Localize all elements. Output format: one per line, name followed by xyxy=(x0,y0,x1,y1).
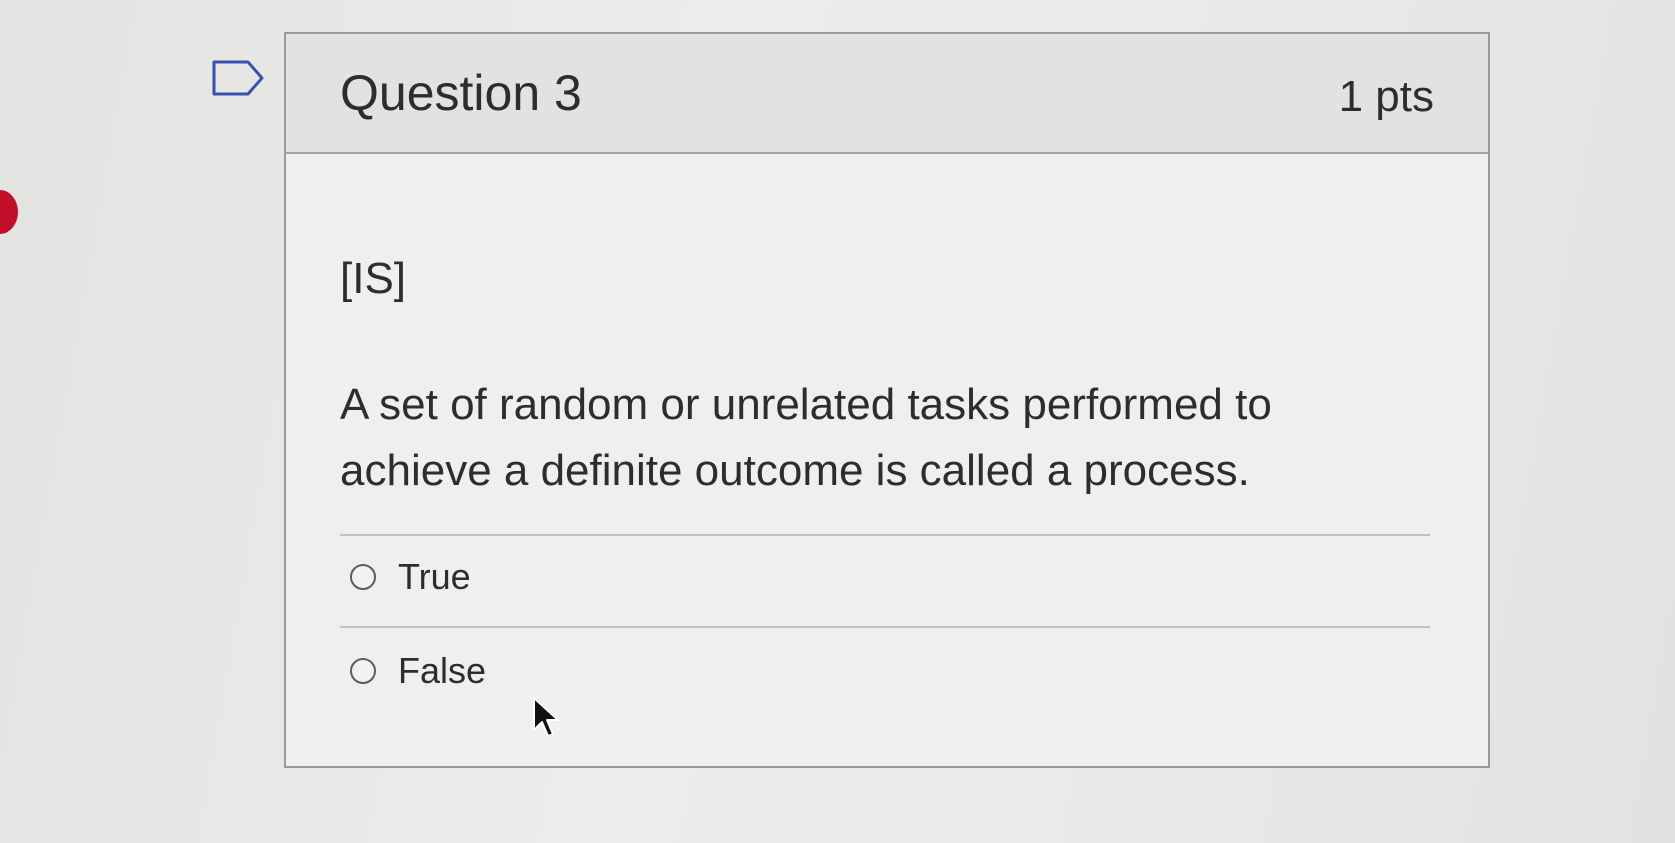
answer-label-true: True xyxy=(398,556,471,597)
radio-button-false[interactable] xyxy=(350,658,376,684)
question-text: A set of random or unrelated tasks perfo… xyxy=(340,380,1272,495)
answer-option-true[interactable]: True xyxy=(350,552,471,602)
question-title: Question 3 xyxy=(340,65,582,121)
question-header: Question 3 1 pts xyxy=(286,34,1488,154)
flag-question-icon[interactable] xyxy=(210,58,266,98)
answers-divider-middle xyxy=(340,626,1430,628)
question-tag: [IS] xyxy=(340,254,407,303)
red-marker xyxy=(0,190,18,234)
radio-button-true[interactable] xyxy=(350,564,376,590)
answer-option-false[interactable]: False xyxy=(350,646,486,696)
quiz-page: Question 3 1 pts [IS] A set of random or… xyxy=(0,0,1675,843)
mouse-pointer-icon xyxy=(532,696,562,740)
question-points: 1 pts xyxy=(1338,72,1434,121)
question-card: Question 3 1 pts [IS] A set of random or… xyxy=(284,32,1490,768)
mouse-pointer-icon-graphic xyxy=(533,697,559,737)
flag-question-icon-graphic xyxy=(212,60,264,96)
answer-label-false: False xyxy=(398,650,487,691)
answers-divider-top xyxy=(340,534,1430,536)
